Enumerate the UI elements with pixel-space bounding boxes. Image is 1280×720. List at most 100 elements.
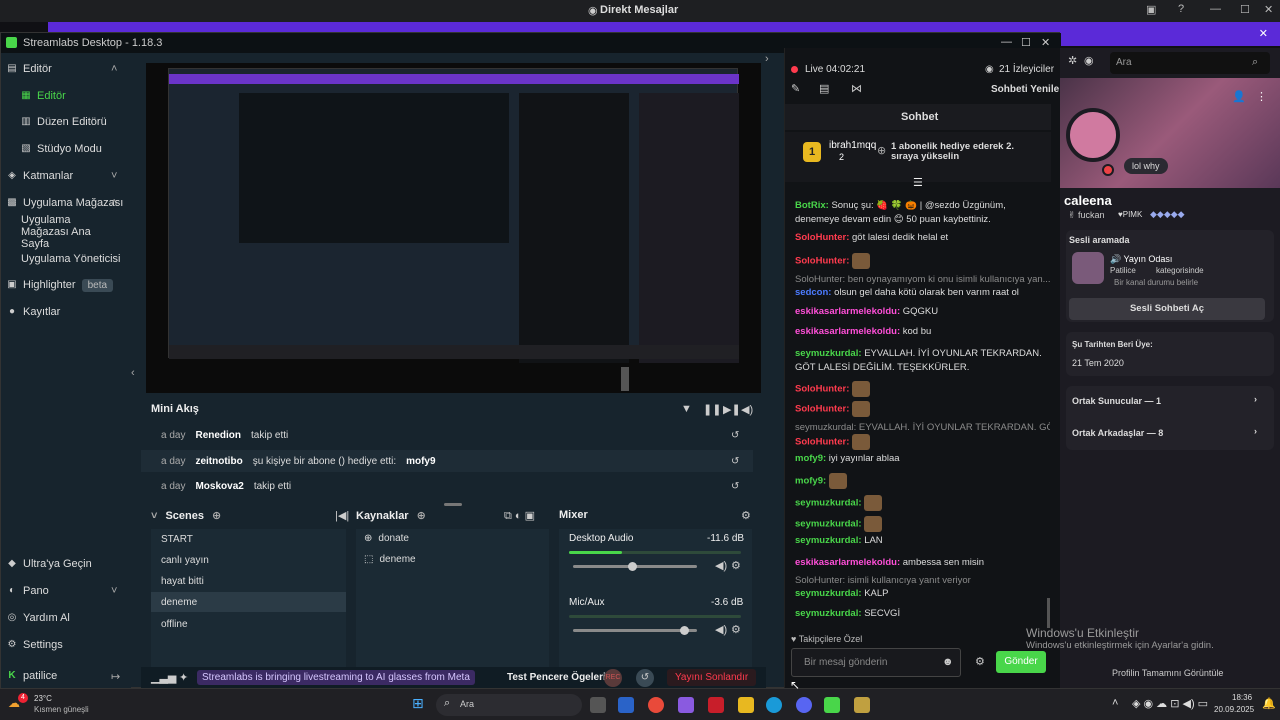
tray-icons[interactable]: ◈ ◉ ☁ ⊡ ◀) ▭ <box>1132 697 1208 710</box>
mixer-settings-icon[interactable]: ⚙ <box>741 509 751 522</box>
chat-username[interactable]: eskikasarlarmelekoldu <box>795 306 897 317</box>
app-icon[interactable] <box>854 697 870 713</box>
replay-icon[interactable]: ↺ <box>731 481 739 492</box>
open-voice-button[interactable]: Sesli Sohbeti Aç <box>1069 298 1265 320</box>
refresh-chat-button[interactable]: Sohbeti Yenile <box>991 84 1059 95</box>
status-placeholder[interactable]: Bir kanal durumu belirle <box>1114 278 1198 287</box>
app-icon[interactable] <box>708 697 724 713</box>
sidebar-item-app-manager[interactable]: Uygulama Yöneticisi <box>21 250 120 268</box>
drag-handle[interactable] <box>444 503 462 506</box>
taskbar-search[interactable]: ⌕ Ara <box>436 694 582 716</box>
chat-username[interactable]: SoloHunter <box>795 256 846 267</box>
share-icon[interactable]: ⋈ <box>851 82 862 95</box>
profile-icon[interactable]: ◉ <box>1084 54 1094 67</box>
sidebar-item-layout-editor[interactable]: ▥ Düzen Editörü <box>21 113 106 131</box>
help-icon[interactable]: ? <box>1178 3 1184 15</box>
chat-username[interactable]: seymuzkurdal <box>795 535 858 546</box>
close-icon[interactable]: ✕ <box>1264 3 1273 16</box>
chat-username[interactable]: sedcon <box>795 287 828 298</box>
task-view-icon[interactable] <box>590 697 606 713</box>
sidebar-item-editor[interactable]: ▤ Editör ˄ <box>7 60 117 78</box>
threads-icon[interactable]: ✲ <box>1068 54 1077 67</box>
chat-username[interactable]: seymuzkurdal <box>795 588 858 599</box>
source-options-icon[interactable]: ⧉ ◐ ▣ <box>504 509 535 523</box>
gear-icon[interactable]: ⚙ <box>731 559 741 572</box>
scene-transitions-icon[interactable]: |◀| <box>335 509 349 522</box>
chat-username[interactable]: eskikasarlarmelekoldu <box>795 326 897 337</box>
chat-username[interactable]: SoloHunter <box>795 384 846 395</box>
source-item-deneme[interactable]: ⬚ deneme <box>364 554 416 565</box>
scene-item-hayat-bitti[interactable]: hayat bitti <box>151 571 346 591</box>
chat-settings-icon[interactable]: ⚙ <box>975 655 985 668</box>
chat-username[interactable]: SoloHunter <box>795 404 846 415</box>
add-friend-icon[interactable]: 👤 <box>1232 90 1246 103</box>
test-widgets-label[interactable]: Test Pencere Ögeleri <box>507 672 606 683</box>
gear-icon[interactable]: ⚙ <box>731 623 741 636</box>
mutual-servers-row[interactable]: Ortak Sunucular — 1 › <box>1072 394 1268 406</box>
app-icon[interactable] <box>678 697 694 713</box>
end-stream-button[interactable]: Yayını Sonlandır <box>667 669 757 686</box>
scene-item-offline[interactable]: offline <box>151 614 346 634</box>
explorer-icon[interactable] <box>738 697 754 713</box>
replay-icon[interactable]: ↺ <box>731 430 739 441</box>
notifications-icon[interactable]: 🔔 <box>1262 697 1276 710</box>
scene-item-start[interactable]: START <box>151 529 346 549</box>
rec-button[interactable]: REC <box>604 669 622 687</box>
sidebar-item-ultra[interactable]: ◆ Ultra'ya Geçin <box>7 555 92 573</box>
emoji-icon[interactable]: ☻ <box>942 656 954 668</box>
speaker-icon[interactable]: ◀) <box>715 623 727 636</box>
chat-username[interactable]: eskikasarlarmelekoldu <box>795 557 897 568</box>
chat-username[interactable]: SoloHunter <box>795 437 846 448</box>
scene-item-deneme[interactable]: deneme <box>151 592 346 612</box>
archive-icon[interactable]: ▤ <box>819 82 829 95</box>
sidebar-item-settings[interactable]: ⚙ Settings <box>7 636 63 654</box>
close-banner-icon[interactable]: ✕ <box>1259 27 1268 40</box>
sidebar-item-studio-mode[interactable]: ▧ Stüdyo Modu <box>21 140 102 158</box>
volume-slider-track[interactable] <box>573 629 697 632</box>
chat-username[interactable]: BotRix <box>795 200 826 211</box>
sidebar-item-app-store[interactable]: ▩ Uygulama Mağazası ˄ <box>7 194 123 212</box>
start-button-icon[interactable]: ⊞ <box>412 695 424 712</box>
edit-icon[interactable]: ✎ <box>791 82 800 95</box>
replay-icon[interactable]: ↺ <box>731 456 739 467</box>
add-scene-icon[interactable]: ⊕ <box>212 509 221 522</box>
more-icon[interactable]: ⋮ <box>1256 90 1267 103</box>
volume-slider-knob[interactable] <box>679 626 689 635</box>
edge-icon[interactable] <box>766 697 782 713</box>
chat-username[interactable]: mofy9 <box>795 476 823 487</box>
chat-username[interactable]: seymuzkurdal <box>795 519 858 530</box>
logout-icon[interactable]: ↦ <box>111 670 120 683</box>
sidebar-item-dashboard[interactable]: ◐ Pano ˅ <box>7 582 117 600</box>
store-app-icon[interactable] <box>618 697 634 713</box>
inbox-icon[interactable]: ▣ <box>1146 3 1156 16</box>
sidebar-item-recordings[interactable]: ● Kayıtlar <box>7 303 60 321</box>
chat-username[interactable]: seymuzkurdal <box>795 608 858 619</box>
discord-icon[interactable] <box>796 697 812 713</box>
pause-icon[interactable]: ❚❚ <box>703 403 721 416</box>
skip-icon[interactable]: ▶❚ <box>723 403 741 416</box>
streamlabs-icon[interactable] <box>824 697 840 713</box>
scene-item-live[interactable]: canlı yayın <box>151 550 346 570</box>
speaker-icon[interactable]: ◀) <box>715 559 727 572</box>
stream-preview[interactable] <box>146 63 761 393</box>
chat-username[interactable]: seymuzkurdal <box>795 498 858 509</box>
chat-username[interactable]: seymuzkurdal <box>795 348 858 359</box>
chat-username[interactable]: SoloHunter <box>795 232 846 243</box>
chat-scrollbar[interactable] <box>1047 598 1050 628</box>
sidebar-item-editor-sub[interactable]: ▦ Editör <box>21 87 65 105</box>
minimize-icon[interactable]: — <box>1210 3 1221 15</box>
sidebar-item-app-store-home[interactable]: Uygulama Mağazası Ana Sayfa <box>21 214 121 250</box>
sidebar-item-help[interactable]: ◎ Yardım Al <box>7 609 70 627</box>
replay-buffer-icon[interactable]: ↺ <box>636 669 654 687</box>
collapse-right-icon[interactable]: › <box>765 53 769 65</box>
chat-username[interactable]: mofy9 <box>795 453 823 464</box>
stats-icon[interactable]: ▁▃▅ <box>151 671 176 684</box>
sidebar-item-account[interactable]: Kpatilice ↦ <box>7 667 120 685</box>
discord-search-input[interactable]: Ara ⌕ <box>1110 52 1270 74</box>
chrome-icon[interactable] <box>648 697 664 713</box>
add-source-icon[interactable]: ⊕ <box>417 509 426 522</box>
volume-slider-knob[interactable] <box>628 562 638 571</box>
sidebar-item-highlighter[interactable]: ▣ Highlighter beta <box>7 276 114 294</box>
sidebar-item-layers[interactable]: ◈ Katmanlar ˅ <box>7 167 117 185</box>
sl-minimize-icon[interactable]: — <box>1001 36 1012 48</box>
